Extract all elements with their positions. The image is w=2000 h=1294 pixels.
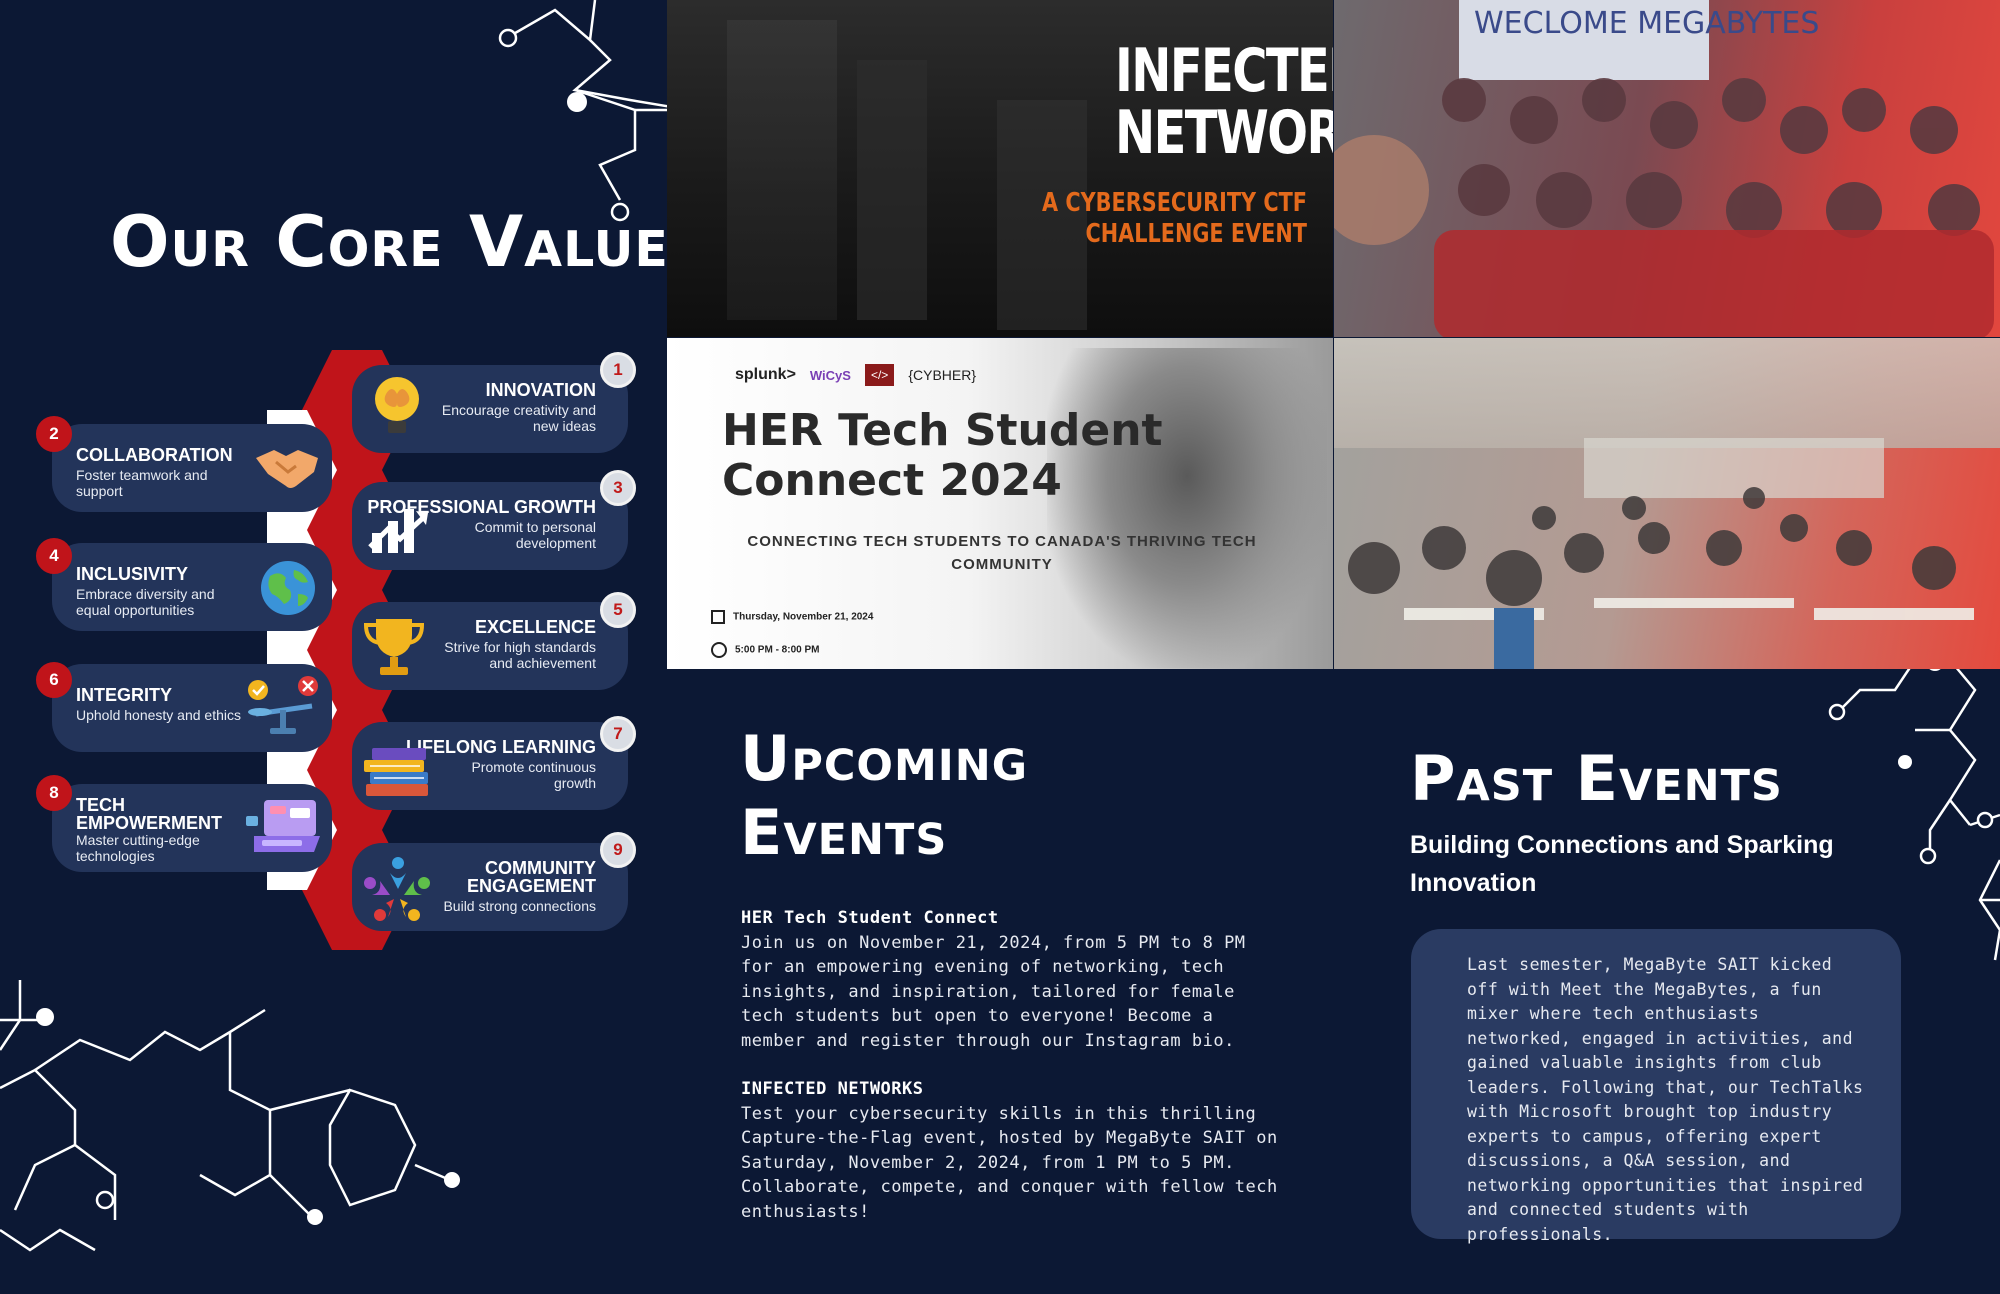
infected-subtitle-line2: CHALLENGE EVENT <box>1085 219 1307 249</box>
value-number-badge: 9 <box>600 832 636 868</box>
core-values-title: Our Core Values <box>110 201 706 283</box>
upcoming-events-title: Upcoming Events <box>740 722 1029 869</box>
value-number-badge: 7 <box>600 716 636 752</box>
community-icon <box>364 857 430 921</box>
past-events-text: Last semester, MegaByte SAIT kicked off … <box>1467 955 1864 1244</box>
trophy-icon <box>363 619 425 675</box>
lightbulb-brain-icon <box>375 377 419 433</box>
event-her-tech-text: Join us on November 21, 2024, from 5 PM … <box>741 932 1246 1051</box>
event-her-tech-title: HER Tech Student Connect <box>741 908 999 928</box>
infected-networks-poster: INFECTED NETWORKS A CYBERSECURITY CTF CH… <box>667 0 1333 337</box>
her-poster-subtitle: CONNECTING TECH STUDENTS TO CANADA'S THR… <box>747 533 1257 573</box>
infected-subtitle-line1: A CYBERSECURITY CTF <box>1042 188 1307 218</box>
her-poster-time: 5:00 PM - 8:00 PM <box>735 644 820 656</box>
past-events-title: Past Events <box>1410 742 1783 815</box>
infected-title-line1: INFECTED <box>1115 36 1333 106</box>
techtalks-classroom-photo <box>1334 338 2000 669</box>
wicys-logo: WiCyS <box>809 367 851 383</box>
clock-icon <box>711 642 727 658</box>
code-logo: </> <box>864 364 895 386</box>
value-number-badge: 8 <box>36 775 72 811</box>
books-icon <box>364 748 428 796</box>
molecule-decoration-bottom-left <box>0 980 460 1252</box>
event-infected-text: Test your cybersecurity skills in this t… <box>741 1103 1278 1222</box>
her-tech-student-connect-poster: splunk> WiCyS </> {CYBHER} HER Tech Stud… <box>667 338 1333 669</box>
growth-chart-icon <box>368 509 428 553</box>
infected-title-line2: NETWORKS <box>1115 98 1333 168</box>
handshake-icon <box>256 450 318 488</box>
value-number-badge: 5 <box>600 592 636 628</box>
value-number-badge: 3 <box>600 470 636 506</box>
her-poster-title-line1: HER Tech Student <box>722 405 1163 456</box>
value-number-badge: 6 <box>36 662 72 698</box>
value-number-badge: 1 <box>600 352 636 388</box>
value-number-badge: 4 <box>36 538 72 574</box>
meet-megabytes-group-photo: WECLOME MEGABYTES <box>1334 0 2000 337</box>
past-events-subtitle: Building Connections and Sparking Innova… <box>1410 831 1834 897</box>
calendar-icon <box>711 610 725 624</box>
event-infected-title: INFECTED NETWORKS <box>741 1079 924 1099</box>
balance-scale-icon <box>248 676 318 734</box>
splunk-logo: splunk> <box>735 366 796 383</box>
her-poster-date: Thursday, November 21, 2024 <box>733 611 874 623</box>
welcome-board-text: WECLOME MEGABYTES <box>1474 6 1820 41</box>
past-events-box: Last semester, MegaByte SAIT kicked off … <box>1411 929 1901 1244</box>
her-poster-title-line2: Connect 2024 <box>722 455 1062 506</box>
laptop-icon <box>246 800 320 852</box>
cybher-logo: {CYBHER} <box>908 367 977 383</box>
globe-icon <box>261 561 315 615</box>
value-number-badge: 2 <box>36 416 72 452</box>
